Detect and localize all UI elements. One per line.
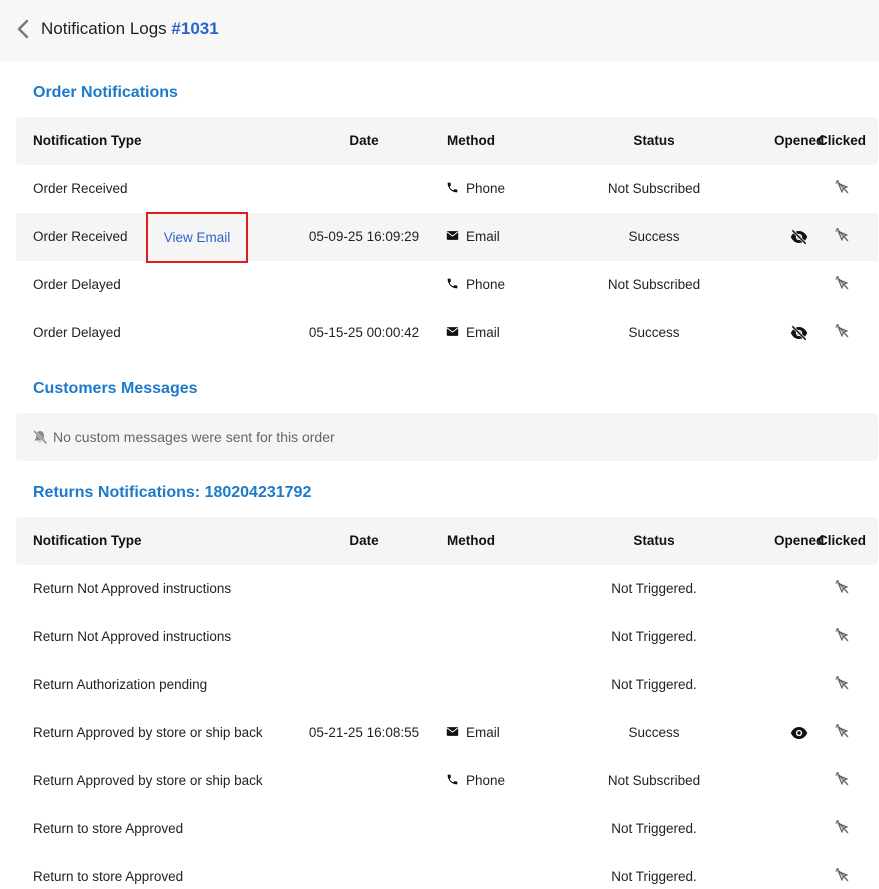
method-label: Email xyxy=(466,229,500,244)
eye-icon xyxy=(790,725,808,741)
notification-method: Email xyxy=(446,309,500,357)
method-label: Phone xyxy=(466,181,506,196)
notification-status: Not Triggered. xyxy=(611,677,697,692)
table-row: Order Delayed Phone Not Subscribed xyxy=(16,261,878,309)
notification-status: Not Subscribed xyxy=(607,277,701,292)
notification-status: Success xyxy=(628,229,680,244)
column-header-status: Status xyxy=(633,533,675,548)
notification-type: Return Approved by store or ship back xyxy=(33,773,263,788)
notification-date: 05-21-25 16:08:55 xyxy=(308,725,420,740)
customers-messages-title: Customers Messages xyxy=(33,380,198,397)
cursor-off-icon xyxy=(834,819,850,835)
order-table-header: Notification Type Date Method Status Ope… xyxy=(16,117,878,165)
column-header-clicked: Clicked xyxy=(818,133,867,148)
column-header-clicked: Clicked xyxy=(818,533,867,548)
method-label: Phone xyxy=(466,277,506,292)
notification-type: Return to store Approved xyxy=(33,869,184,884)
notification-type: Order Received xyxy=(33,181,128,196)
notification-status: Not Triggered. xyxy=(611,581,697,596)
notification-method: Email xyxy=(446,709,500,757)
column-header-opened: Opened xyxy=(774,533,825,548)
cursor-off-icon xyxy=(834,275,850,291)
cursor-off-icon xyxy=(834,675,850,691)
column-header-status: Status xyxy=(633,133,675,148)
phone-icon xyxy=(446,277,459,290)
cursor-off-icon xyxy=(834,867,850,883)
table-row: Order Delayed 05-15-25 00:00:42 Email Succe… xyxy=(16,309,878,357)
cursor-off-icon xyxy=(834,723,850,739)
notification-type: Return Authorization pending xyxy=(33,677,208,692)
order-notifications-title: Order Notifications xyxy=(33,84,178,101)
notification-type: Order Received xyxy=(33,229,128,244)
back-arrow-icon[interactable] xyxy=(14,18,32,40)
column-header-opened: Opened xyxy=(774,133,825,148)
page-title: Notification Logs #1031 xyxy=(41,19,219,39)
notification-status: Not Triggered. xyxy=(611,629,697,644)
method-label: Phone xyxy=(466,773,506,788)
table-row: Return to store Approved Not Triggered. xyxy=(16,805,878,853)
notification-method: Phone xyxy=(446,165,505,213)
bell-off-icon xyxy=(32,429,48,445)
envelope-icon xyxy=(446,725,459,738)
notification-date: 05-15-25 00:00:42 xyxy=(308,325,420,340)
notification-type: Return to store Approved xyxy=(33,821,184,836)
cursor-off-icon xyxy=(834,627,850,643)
cursor-off-icon xyxy=(834,579,850,595)
method-label: Email xyxy=(466,325,500,340)
column-header-date: Date xyxy=(349,533,379,548)
cursor-off-icon xyxy=(834,323,850,339)
table-row: Order Received View Email 05-09-25 16:09:2… xyxy=(16,212,878,263)
notification-type: Return Not Approved instructions xyxy=(33,629,232,644)
view-email-link[interactable]: View Email xyxy=(148,214,246,261)
page-title-text: Notification Logs xyxy=(41,19,167,38)
table-row: Return Not Approved instructions Not Trig… xyxy=(16,613,878,661)
notification-status: Not Triggered. xyxy=(611,869,697,884)
table-row: Return Approved by store or ship back 05-… xyxy=(16,709,878,757)
notification-method: Phone xyxy=(446,757,505,805)
column-header-type: Notification Type xyxy=(33,133,142,148)
table-row: Return Approved by store or ship back Pho… xyxy=(16,757,878,805)
column-header-type: Notification Type xyxy=(33,533,142,548)
notification-status: Success xyxy=(628,325,680,340)
notification-type: Order Delayed xyxy=(33,277,121,292)
notification-status: Not Triggered. xyxy=(611,821,697,836)
cursor-off-icon xyxy=(834,179,850,195)
returns-notifications-title: Returns Notifications: 180204231792 xyxy=(33,484,312,501)
notification-status: Not Subscribed xyxy=(607,181,701,196)
table-row: Return to store Approved Not Triggered. xyxy=(16,853,878,889)
table-row: Order Received Phone Not Subscribed xyxy=(16,165,878,213)
notification-method: Email xyxy=(446,213,500,261)
phone-icon xyxy=(446,773,459,786)
method-label: Email xyxy=(466,725,500,740)
cursor-off-icon xyxy=(834,227,850,243)
column-header-date: Date xyxy=(349,133,379,148)
table-row: Return Not Approved instructions Not Trig… xyxy=(16,565,878,613)
notification-type: Return Not Approved instructions xyxy=(33,581,232,596)
table-row: Return Authorization pending Not Triggere… xyxy=(16,661,878,709)
column-header-method: Method xyxy=(447,133,495,148)
notification-method: Phone xyxy=(446,261,505,309)
eye-off-icon xyxy=(790,325,808,341)
envelope-icon xyxy=(446,229,459,242)
page-header: Notification Logs #1031 xyxy=(0,0,879,61)
empty-state: No custom messages were sent for this or… xyxy=(16,413,878,461)
envelope-icon xyxy=(446,325,459,338)
returns-table-header: Notification Type Date Method Status Ope… xyxy=(16,517,878,565)
eye-off-icon xyxy=(790,229,808,245)
column-header-method: Method xyxy=(447,533,495,548)
empty-message: No custom messages were sent for this or… xyxy=(53,429,335,445)
notification-type: Order Delayed xyxy=(33,325,121,340)
order-number[interactable]: #1031 xyxy=(171,19,218,38)
notification-type: Return Approved by store or ship back xyxy=(33,725,263,740)
notification-status: Success xyxy=(628,725,680,740)
cursor-off-icon xyxy=(834,771,850,787)
view-email-link-highlight: View Email xyxy=(146,212,248,263)
phone-icon xyxy=(446,181,459,194)
notification-date: 05-09-25 16:09:29 xyxy=(308,229,420,244)
notification-status: Not Subscribed xyxy=(607,773,701,788)
